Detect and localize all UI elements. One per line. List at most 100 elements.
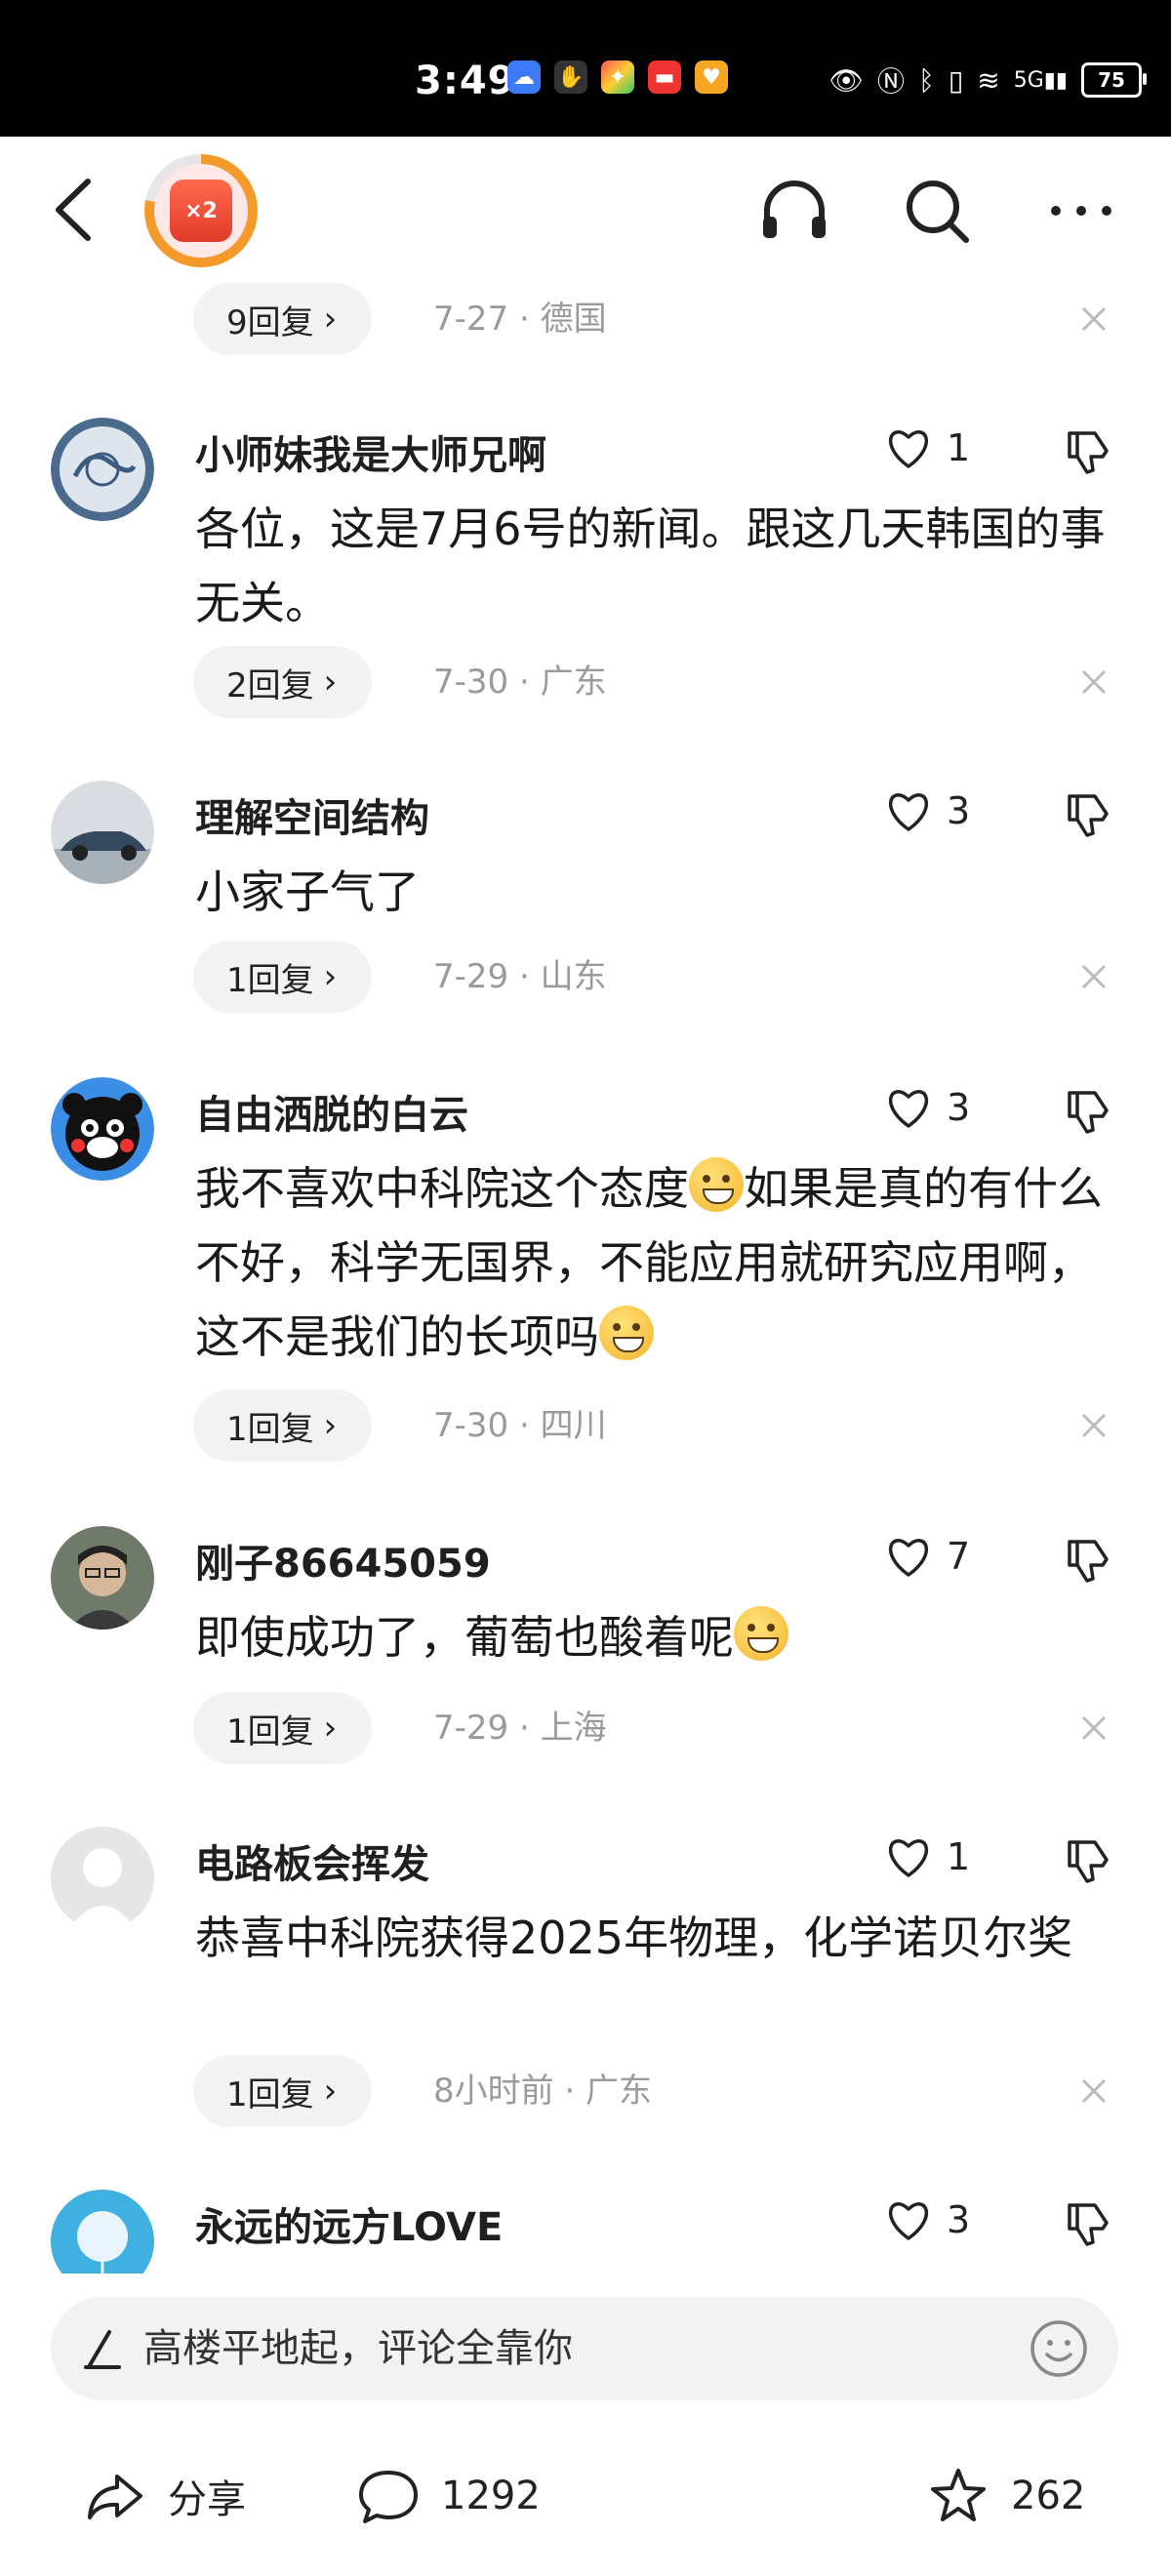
thumbs-down-icon[interactable] xyxy=(1064,1536,1112,1585)
avatar[interactable] xyxy=(51,1077,154,1181)
heart-icon xyxy=(888,430,929,468)
battery-icon: 75 xyxy=(1081,62,1147,98)
comment-text: 即使成功了，葡萄也酸着呢 xyxy=(195,1600,1112,1674)
comment-bubble-icon xyxy=(359,2471,418,2523)
like-button[interactable]: 3 xyxy=(884,788,970,833)
laughing-emoji-icon xyxy=(599,1306,654,1360)
view-replies-button[interactable]: 1回复 › xyxy=(193,941,373,1013)
comment-username[interactable]: 自由洒脱的白云 xyxy=(195,1083,468,1140)
kumamon-avatar xyxy=(51,1077,154,1181)
like-count: 3 xyxy=(947,789,971,832)
signal-icon: 5G▮▮ xyxy=(1013,67,1068,93)
like-count: 3 xyxy=(947,1086,971,1129)
reply-row: 2回复 › 7-30 · 广东 xyxy=(0,646,1171,718)
share-label: 分享 xyxy=(168,2477,246,2522)
comment-username[interactable]: 理解空间结构 xyxy=(195,786,429,843)
close-icon[interactable] xyxy=(1077,2074,1110,2108)
chevron-right-icon: › xyxy=(323,957,338,996)
dandelion-avatar xyxy=(51,2190,154,2274)
heart-icon xyxy=(888,1839,929,1877)
reply-row: 1回复 › 7-29 · 上海 xyxy=(0,1692,1171,1764)
thumbs-down-icon[interactable] xyxy=(1064,1836,1112,1885)
heart-icon xyxy=(888,2202,929,2240)
thumbs-down-icon[interactable] xyxy=(1064,1087,1112,1136)
like-button[interactable]: 1 xyxy=(884,425,970,470)
close-icon[interactable] xyxy=(1077,960,1110,993)
avatar[interactable] xyxy=(51,1526,154,1630)
gift-icon: ▬ xyxy=(648,60,681,94)
thumbs-down-icon[interactable] xyxy=(1064,790,1112,839)
view-replies-button[interactable]: 1回复 › xyxy=(193,1389,373,1462)
close-icon[interactable] xyxy=(1077,302,1110,336)
comment-username[interactable]: 刚子86645059 xyxy=(195,1532,491,1589)
comment-meta: 7-27 · 德国 xyxy=(433,300,607,339)
like-count: 7 xyxy=(947,1535,971,1578)
avatar[interactable] xyxy=(51,781,154,884)
comment-text: 我不喜欢中科院这个态度 如果是真的有什么不好，科学无国界，不能应用就研究应用啊，这… xyxy=(195,1151,1112,1374)
nfc-icon: Ⓝ xyxy=(877,65,906,98)
status-bar: 3:49 ☁ ✋ ✦ ▬ ♥ 👁 Ⓝ ᛒ ▯ ≋ 5G▮▮ 75 xyxy=(0,0,1171,137)
view-replies-button[interactable]: 2回复 › xyxy=(193,646,373,718)
emoji-icon[interactable] xyxy=(1029,2318,1089,2379)
cloud-icon: ☁ xyxy=(507,60,541,94)
comment-input[interactable]: 高楼平地起，评论全靠你 xyxy=(51,2297,1118,2400)
comment-input-placeholder: 高楼平地起，评论全靠你 xyxy=(143,2326,573,2371)
battery-level: 75 xyxy=(1098,68,1125,92)
more-icon[interactable] xyxy=(1042,172,1120,250)
reward-badge[interactable]: ×2 xyxy=(144,154,258,267)
comment-username[interactable]: 小师妹我是大师兄啊 xyxy=(195,423,546,480)
comment-list: 9回复 › 7-27 · 德国 小师妹我是大师兄啊 1 各位，这是7月6号的新闻。… xyxy=(0,273,1171,2274)
comment-username[interactable]: 电路板会挥发 xyxy=(195,1832,429,1889)
comment-text: 各位，这是7月6号的新闻。跟这几天韩国的事无关。 xyxy=(195,503,1106,629)
headphones-icon[interactable] xyxy=(755,172,833,250)
bluetooth-icon: ᛒ xyxy=(918,63,935,97)
like-button[interactable]: 3 xyxy=(884,2197,970,2242)
like-count: 1 xyxy=(947,426,971,469)
reward-multiplier: ×2 xyxy=(170,180,232,242)
star-icon xyxy=(931,2469,986,2521)
chevron-right-icon: › xyxy=(323,663,338,702)
app-icon: ✦ xyxy=(601,60,634,94)
heart-icon xyxy=(888,1539,929,1577)
like-button[interactable]: 1 xyxy=(884,1834,970,1879)
like-count: 1 xyxy=(947,1835,971,1878)
comments-button[interactable]: 1292 xyxy=(357,2465,541,2527)
avatar[interactable] xyxy=(51,2190,154,2274)
share-button[interactable]: 分享 xyxy=(84,2465,246,2527)
chevron-right-icon: › xyxy=(323,300,338,339)
view-replies-button[interactable]: 1回复 › xyxy=(193,2055,373,2127)
close-icon[interactable] xyxy=(1077,1711,1110,1745)
vibrate-icon: ▯ xyxy=(948,63,964,97)
favorite-button[interactable]: 262 xyxy=(927,2465,1085,2527)
car-avatar xyxy=(51,781,154,884)
close-icon[interactable] xyxy=(1077,665,1110,699)
close-icon[interactable] xyxy=(1077,1409,1110,1442)
view-replies-button[interactable]: 9回复 › xyxy=(193,283,373,355)
comment-count: 1292 xyxy=(441,2474,541,2518)
heart-icon xyxy=(888,793,929,831)
comment-username[interactable]: 永远的远方LOVE xyxy=(195,2195,503,2252)
comment-input-area: 高楼平地起，评论全靠你 xyxy=(0,2274,1171,2420)
comment-text: 恭喜中科院获得2025年物理，化学诺贝尔奖 xyxy=(195,1912,1073,1964)
avatar[interactable] xyxy=(51,1827,154,1930)
avatar[interactable] xyxy=(51,418,154,521)
chevron-right-icon: › xyxy=(323,1709,338,1748)
reply-row: 1回复 › 7-30 · 四川 xyxy=(0,1389,1171,1462)
view-replies-button[interactable]: 1回复 › xyxy=(193,1692,373,1764)
comment-meta: 7-29 · 山东 xyxy=(433,957,607,996)
search-icon[interactable] xyxy=(898,172,976,250)
comment-meta: 7-30 · 广东 xyxy=(433,663,607,702)
pen-icon xyxy=(84,2330,121,2369)
like-button[interactable]: 3 xyxy=(884,1085,970,1130)
dragon-porcelain-avatar xyxy=(51,418,154,521)
thumbs-down-icon[interactable] xyxy=(1064,427,1112,476)
man-glasses-avatar xyxy=(51,1526,154,1630)
chevron-right-icon: › xyxy=(323,1406,338,1445)
smirk-emoji-icon xyxy=(689,1157,744,1212)
comment-meta: 7-29 · 上海 xyxy=(433,1709,607,1748)
thumbs-down-icon[interactable] xyxy=(1064,2199,1112,2248)
share-icon xyxy=(88,2475,142,2519)
back-arrow-icon[interactable] xyxy=(49,176,107,244)
like-button[interactable]: 7 xyxy=(884,1534,970,1579)
comment-text: 小家子气了 xyxy=(195,865,420,918)
